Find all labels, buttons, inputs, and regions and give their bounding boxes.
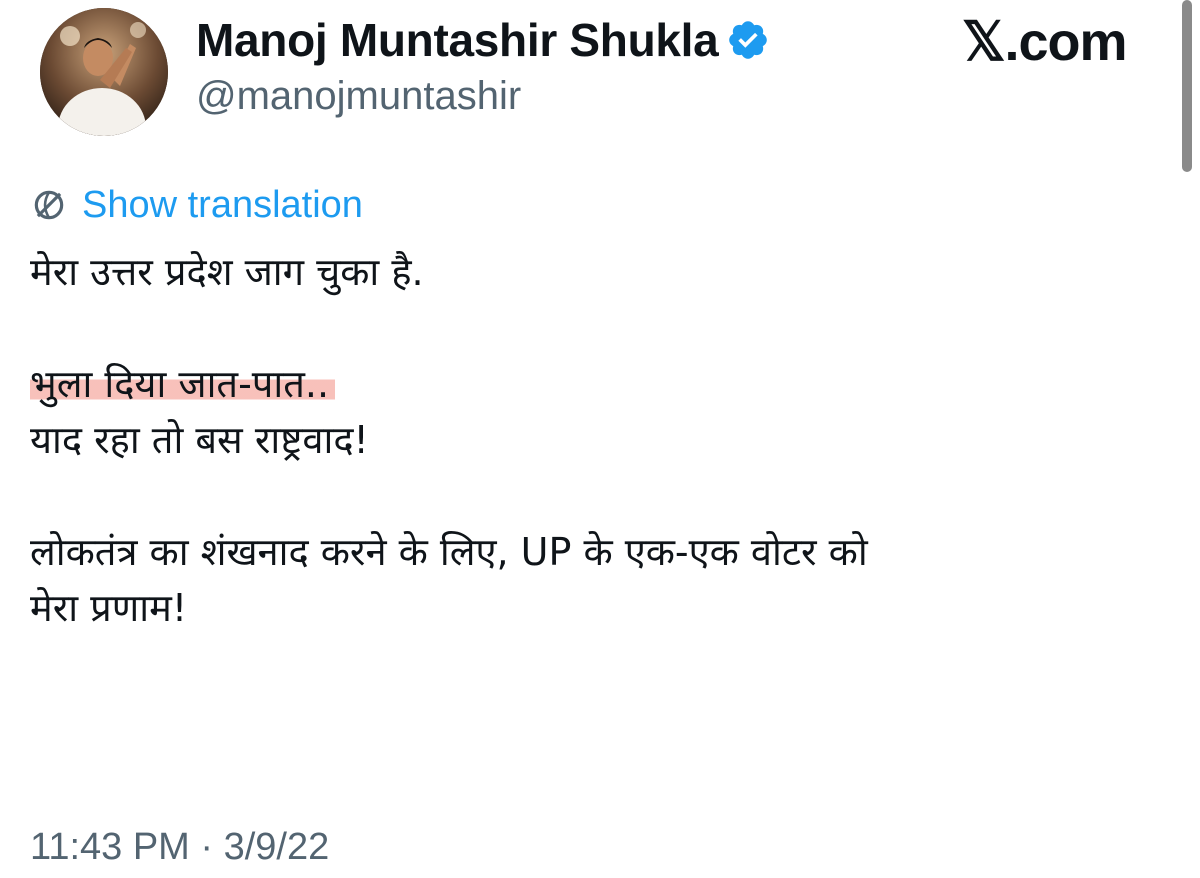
avatar-photo-icon [40,8,168,136]
tweet-line: लोकतंत्र का शंखनाद करने के लिए, UP के एक… [30,530,868,574]
tweet-line: मेरा प्रणाम! [30,586,188,630]
show-translation-link[interactable]: Show translation [82,184,363,227]
tweet-timestamp[interactable]: 11:43 PM · 3/9/22 [30,826,329,869]
show-translation-row[interactable]: Show translation [30,180,363,230]
tweet-line-highlighted: भुला दिया जात-पात.. [30,356,1170,412]
tweet-text: मेरा उत्तर प्रदेश जाग चुका है. भुला दिया… [30,244,1170,636]
tweet-line: याद रहा तो बस राष्ट्रवाद! [30,418,369,462]
display-name[interactable]: Manoj Muntashir Shukla [196,13,719,67]
user-handle[interactable]: @manojmuntashir [196,74,521,119]
tweet-card: Manoj Muntashir Shukla @manojmuntashir 𝕏… [0,0,1200,878]
scrollbar[interactable] [1182,0,1192,172]
translate-globe-icon [30,186,68,224]
tweet-line: मेरा उत्तर प्रदेश जाग चुका है. [30,250,424,294]
author-name-row: Manoj Muntashir Shukla [196,10,770,70]
avatar[interactable] [40,8,168,136]
x-brand-logo: 𝕏.com [962,12,1128,72]
highlighted-text: भुला दिया जात-पात.. [30,362,336,406]
verified-badge-icon [726,18,770,62]
